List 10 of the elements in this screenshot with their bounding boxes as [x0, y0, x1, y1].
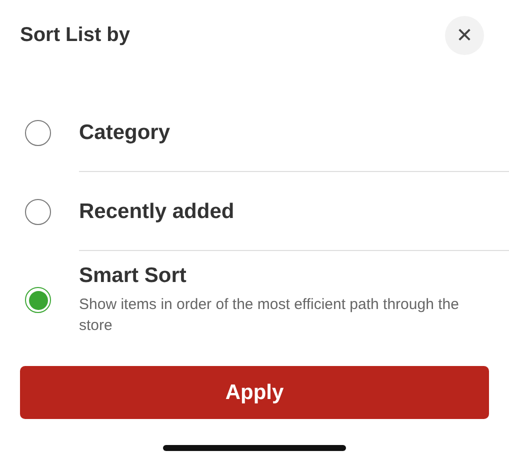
- radio-button[interactable]: [25, 120, 51, 146]
- apply-button[interactable]: Apply: [20, 366, 489, 419]
- option-label[interactable]: Category: [79, 120, 170, 144]
- option-label[interactable]: Smart Sort: [79, 264, 459, 288]
- sheet-title: Sort List by: [20, 24, 130, 46]
- radio-button[interactable]: [25, 287, 51, 313]
- radio-button[interactable]: [25, 198, 51, 224]
- close-button[interactable]: ✕: [445, 16, 484, 54]
- option-label[interactable]: Recently added: [79, 200, 234, 224]
- option-description: Show items in order of the most efficient path through the store: [79, 295, 459, 336]
